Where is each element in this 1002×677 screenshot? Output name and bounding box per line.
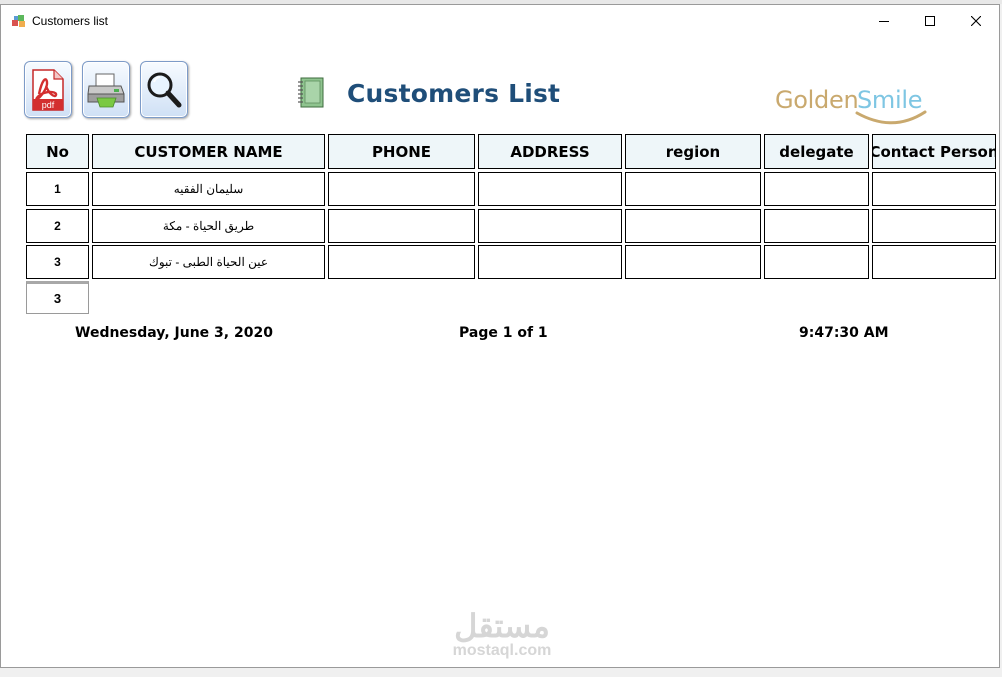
magnifier-icon [147,72,182,107]
printer-icon [87,73,125,107]
column-header-phone: PHONE [328,134,475,169]
watermark-arabic: مستقل [454,608,550,644]
table-cell-region [625,172,761,206]
table-cell-phone [328,172,475,206]
app-icon [12,15,25,27]
pdf-icon: pdf [32,68,64,111]
table-cell-address [478,172,622,206]
page-indicator: Page 1 of 1 [459,325,548,341]
table-cell-no: 1 [26,172,89,206]
table-cell-contact-person [872,172,996,206]
table-cell-customer-name: عين الحياة الطبى - تبوك [92,245,325,279]
report-date: Wednesday, June 3, 2020 [75,325,273,341]
pdf-icon-label: pdf [42,100,55,110]
minimize-button[interactable] [861,5,907,36]
pdf-export-button[interactable]: pdf [24,61,72,118]
print-button[interactable] [82,61,130,118]
watermark-latin: mostaql.com [452,642,552,659]
report-title: Customers List [347,79,561,108]
minimize-icon [879,20,889,22]
report-time: 9:47:30 AM [799,325,889,341]
customers-window: Customers list pdf Customers List Golden… [0,4,1000,668]
preview-button[interactable] [140,61,188,118]
notebook-icon [298,77,324,108]
table-cell-address [478,245,622,279]
column-header-delegate: delegate [764,134,869,169]
close-button[interactable] [953,5,999,36]
close-icon [971,15,981,26]
table-cell-region [625,209,761,243]
table-cell-no: 2 [26,209,89,243]
table-cell-contact-person [872,209,996,243]
record-count: 3 [26,281,89,314]
table-cell-delegate [764,209,869,243]
maximize-icon [925,15,935,26]
table-cell-delegate [764,172,869,206]
table-cell-address [478,209,622,243]
column-header-no: No [26,134,89,169]
table-cell-phone [328,245,475,279]
golden-smile-logo: Golden Smile [775,81,935,131]
column-header-customer-name: CUSTOMER NAME [92,134,325,169]
smile-curve-icon [855,110,927,125]
table-cell-contact-person [872,245,996,279]
column-header-contact-person: Contact Person [872,134,996,169]
table-cell-region [625,245,761,279]
window-title: Customers list [32,14,109,28]
logo-word-golden: Golden [775,86,859,114]
table-cell-delegate [764,245,869,279]
table-cell-customer-name: سليمان الفقيه [92,172,325,206]
title-bar: Customers list [1,5,999,37]
column-header-region: region [625,134,761,169]
column-header-address: ADDRESS [478,134,622,169]
mostaql-watermark: مستقل mostaql.com [441,609,563,659]
table-cell-phone [328,209,475,243]
table-cell-no: 3 [26,245,89,279]
maximize-button[interactable] [907,5,953,36]
table-cell-customer-name: طريق الحياة - مكة [92,209,325,243]
